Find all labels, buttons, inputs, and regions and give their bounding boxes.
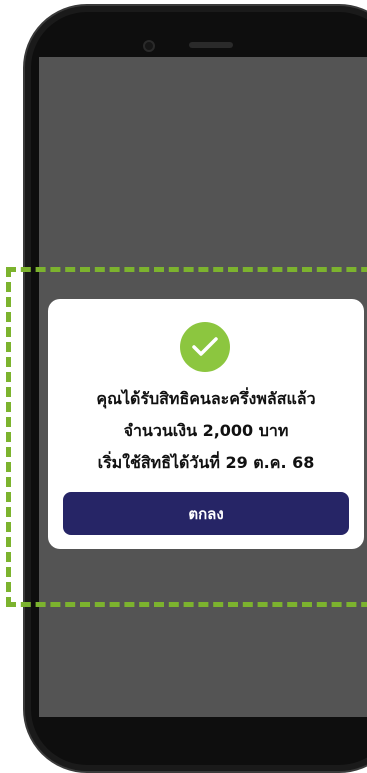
dialog-message-line-3: เริ่มใช้สิทธิได้วันที่ 29 ต.ค. 68 [97, 453, 315, 472]
ok-button[interactable]: ตกลง [63, 492, 349, 535]
checkmark-icon [192, 337, 218, 356]
dialog-message-line-1: คุณได้รับสิทธิคนละครึ่งพลัสแล้ว [96, 389, 316, 408]
earpiece-speaker [189, 42, 233, 48]
check-circle-icon [180, 322, 230, 372]
front-camera [143, 40, 155, 52]
dialog-message-line-2: จำนวนเงิน 2,000 บาท [123, 421, 289, 440]
stage: คุณได้รับสิทธิคนละครึ่งพลัสแล้ว จำนวนเงิ… [0, 0, 367, 773]
